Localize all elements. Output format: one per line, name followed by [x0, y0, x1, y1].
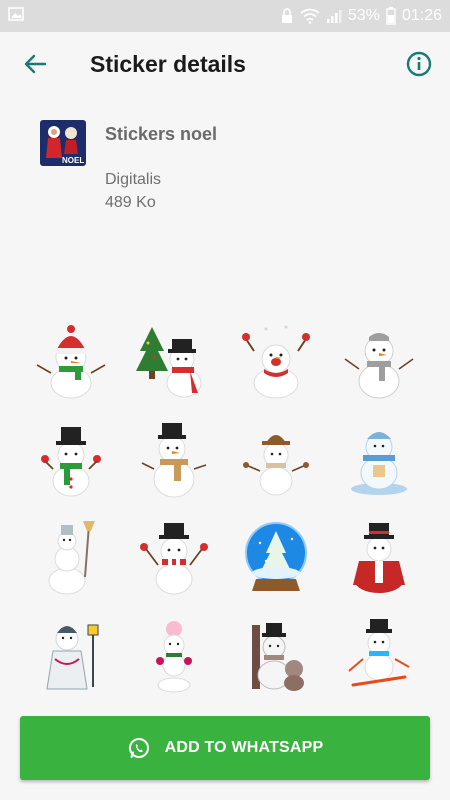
clock: 01:26	[401, 7, 442, 24]
battery-icon	[386, 7, 396, 25]
snowman-ornate-lantern-image	[46, 624, 99, 690]
snowman-blue-scene-image	[350, 432, 407, 495]
snowman-with-broom-image	[48, 521, 96, 595]
battery-percent: 53%	[347, 7, 380, 24]
signal-icon	[326, 10, 342, 23]
status-bar-right: 53% 01:26	[280, 5, 442, 27]
snowman-red-coat-image	[352, 523, 405, 593]
page-title: Sticker details	[90, 51, 246, 77]
sticker-snowman-top-hat-waving[interactable]	[20, 410, 123, 508]
sticker-snowman-cheering[interactable]	[225, 312, 328, 410]
snowman-stack-ornaments-image	[155, 621, 192, 693]
snowman-red-beanie-image	[36, 325, 106, 399]
snowman-with-tree-image	[135, 327, 202, 398]
add-to-whatsapp-button[interactable]: ADD TO WHATSAPP	[20, 716, 430, 780]
sticker-snowman-with-tree[interactable]	[123, 312, 226, 410]
wifi-icon	[300, 8, 320, 24]
pack-tray-icon: NOEL	[40, 120, 86, 166]
lock-icon	[281, 8, 292, 23]
sticker-snowman-red-coat[interactable]	[328, 508, 431, 606]
sticker-snowman-striped-scarf[interactable]	[123, 508, 226, 606]
sticker-snowman-top-hat-brown-scarf[interactable]	[123, 410, 226, 508]
image-icon	[8, 7, 24, 21]
snowman-top-hat-waving-image	[41, 427, 102, 497]
snowman-scarf-image	[344, 333, 414, 399]
info-icon[interactable]	[404, 49, 434, 79]
snowman-top-hat-brown-scarf-image	[141, 423, 207, 498]
sticker-snowman-ornate-lantern[interactable]	[20, 606, 123, 704]
status-bar: 53% 01:26	[0, 0, 450, 32]
pack-size: 489 Ko	[105, 194, 156, 211]
snowman-with-bear-image	[252, 623, 305, 691]
tray-label: NOEL	[62, 156, 84, 165]
snowman-skiing-image	[348, 619, 410, 687]
snowman-cheering-image	[242, 325, 311, 399]
pack-header: NOEL Stickers noel Digitalis 489 Ko	[0, 110, 450, 230]
sticker-details-screen: 53% 01:26 Sticker details NOEL Stickers …	[0, 0, 450, 800]
pack-name: Stickers noel	[105, 124, 218, 144]
arrow-left-icon[interactable]	[20, 49, 50, 79]
add-to-whatsapp-label: ADD TO WHATSAPP	[164, 739, 324, 756]
snow-globe-image	[245, 522, 308, 591]
whatsapp-icon	[128, 738, 149, 758]
app-bar: Sticker details	[0, 32, 450, 102]
sticker-snow-globe[interactable]	[225, 508, 328, 606]
sticker-snowman-stack-ornaments[interactable]	[123, 606, 226, 704]
snowman-brown-hat-image	[243, 435, 310, 496]
sticker-snowman-blue-scene[interactable]	[328, 410, 431, 508]
pack-publisher: Digitalis	[105, 171, 162, 188]
sticker-snowman-red-beanie[interactable]	[20, 312, 123, 410]
sticker-snowman-with-broom[interactable]	[20, 508, 123, 606]
sticker-snowman-brown-hat[interactable]	[225, 410, 328, 508]
sticker-snowman-with-bear[interactable]	[225, 606, 328, 704]
snowman-striped-scarf-image	[139, 523, 208, 595]
sticker-snowman-skiing[interactable]	[328, 606, 431, 704]
sticker-snowman-scarf[interactable]	[328, 312, 431, 410]
sticker-grid	[20, 312, 430, 704]
